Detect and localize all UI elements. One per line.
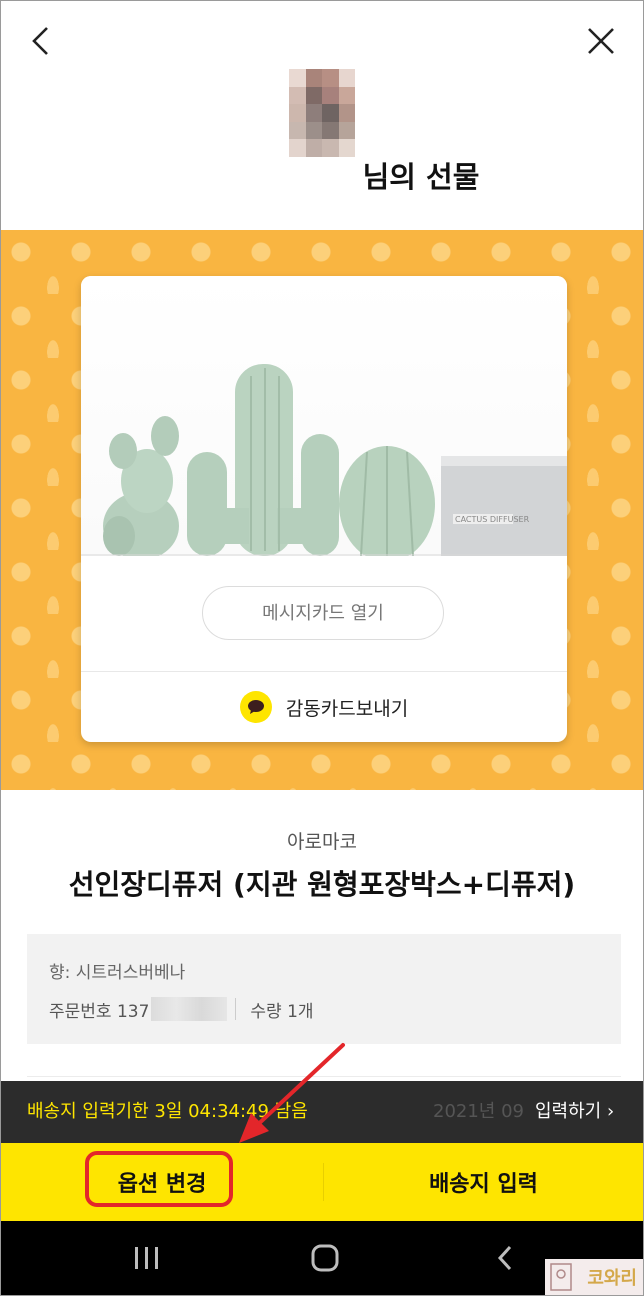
separator — [235, 998, 237, 1020]
deadline-text: 배송지 입력기한 3일 04:34:49 남음 — [27, 1101, 308, 1122]
order-info-box: 향: 시트러스버베나 주문번호 137 수량 1개 — [27, 934, 621, 1044]
order-number-blur — [151, 997, 228, 1021]
sender-avatar — [289, 69, 355, 157]
thank-card-label: 감동카드보내기 — [285, 697, 409, 720]
nav-back-icon — [497, 1245, 512, 1271]
gift-screen: 님의 선물 CACTUS DIFFUSER 메시지카드 열기 감동카드보내기 아… — [0, 0, 644, 1296]
page-title: 님의 선물 — [362, 160, 480, 194]
diffuser-label: CACTUS DIFFUSER — [455, 515, 530, 524]
recent-apps-button[interactable] — [117, 1233, 177, 1283]
enter-address-link[interactable]: 입력하기 › — [535, 1081, 619, 1143]
close-icon — [588, 28, 614, 54]
home-icon — [311, 1244, 339, 1272]
order-row: 주문번호 137 수량 1개 — [49, 996, 314, 1022]
watermark-text: 코와리 — [587, 1268, 637, 1289]
highlight-box — [85, 1151, 233, 1207]
deadline-date: 2021년 09 — [433, 1101, 524, 1122]
kakaotalk-icon — [239, 691, 272, 723]
quantity-text: 수량 1개 — [250, 1001, 314, 1022]
deadline-bar: 배송지 입력기한 3일 04:34:49 남음 2021년 09 입력하기 › — [1, 1081, 643, 1143]
action-bar: 옵션 변경 배송지 입력 — [1, 1143, 643, 1221]
option-text: 향: 시트러스버베나 — [49, 963, 186, 983]
open-message-card-button[interactable]: 메시지카드 열기 — [202, 586, 444, 640]
section-divider — [27, 1076, 621, 1077]
watermark-logo — [550, 1263, 572, 1291]
enter-address-button[interactable]: 배송지 입력 — [324, 1143, 643, 1221]
close-button[interactable] — [579, 19, 623, 63]
back-button[interactable] — [21, 19, 61, 63]
product-name: 선인장디퓨저 (지관 원형포장박스+디퓨저) — [68, 868, 576, 901]
product-image: CACTUS DIFFUSER — [81, 276, 567, 562]
send-thank-card-button[interactable]: 감동카드보내기 — [81, 672, 567, 742]
recent-apps-icon — [135, 1247, 158, 1269]
nav-back-button[interactable] — [475, 1233, 535, 1283]
home-button[interactable] — [295, 1233, 355, 1283]
brand-name: 아로마코 — [287, 831, 357, 853]
watermark: 코와리 — [545, 1259, 643, 1295]
enter-address-label: 배송지 입력 — [429, 1172, 538, 1197]
gift-card: CACTUS DIFFUSER 메시지카드 열기 감동카드보내기 — [81, 276, 567, 742]
order-number: 주문번호 137 — [49, 1001, 150, 1022]
chevron-left-icon — [32, 27, 48, 55]
